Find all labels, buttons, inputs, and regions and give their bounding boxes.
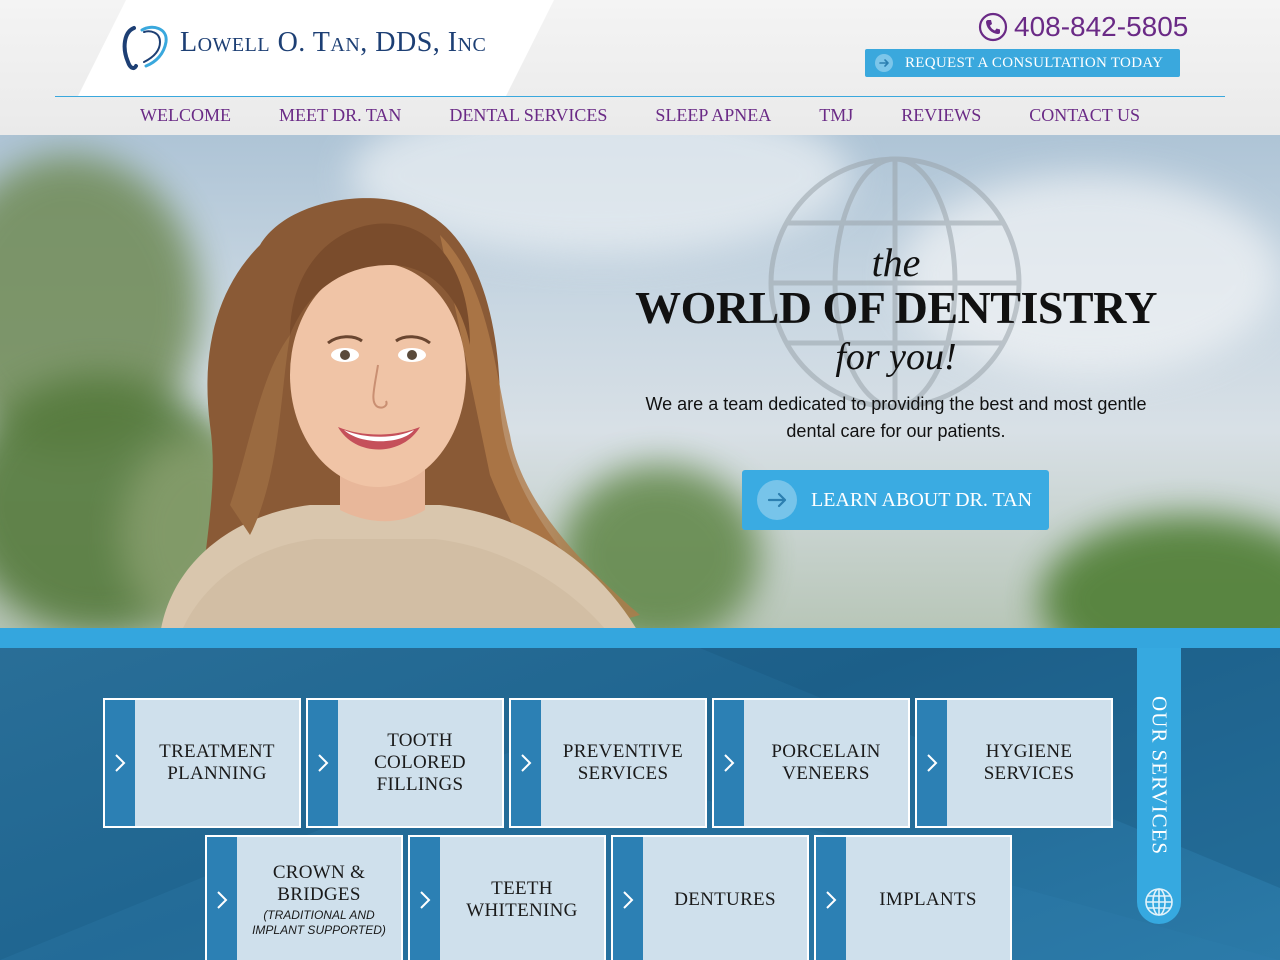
service-dentures[interactable]: DENTURES — [611, 835, 809, 960]
main-nav: WELCOME MEET DR. TAN DENTAL SERVICES SLE… — [0, 100, 1280, 130]
hero-title: WORLD OF DENTISTRY — [635, 282, 1157, 333]
service-treatment-planning[interactable]: TREATMENT PLANNING — [103, 698, 301, 828]
service-label-line: SERVICES — [577, 763, 669, 784]
nav-welcome[interactable]: WELCOME — [116, 100, 255, 130]
service-label-line: HYGIENE — [985, 741, 1073, 762]
service-sublabel: (TRADITIONAL AND IMPLANT SUPPORTED) — [252, 908, 386, 937]
service-label: TOOTH COLORED FILLINGS — [338, 700, 502, 826]
service-teeth-whitening[interactable]: TEETH WHITENING — [408, 835, 606, 960]
foliage-blob — [1040, 515, 1280, 628]
logo-text[interactable]: Lowell O. Tan, DDS, Inc — [180, 27, 486, 59]
chevron-right-icon — [207, 837, 237, 960]
hero-banner: the WORLD OF DENTISTRY for you! We are a… — [0, 135, 1280, 628]
service-label-line: SERVICES — [983, 763, 1075, 784]
service-label: PORCELAIN VENEERS — [744, 700, 908, 826]
consult-button-label: REQUEST A CONSULTATION TODAY — [905, 54, 1164, 71]
chevron-right-icon — [308, 700, 338, 826]
our-services-label: OUR SERVICES — [1147, 696, 1172, 856]
site-header: Lowell O. Tan, DDS, Inc 408-842-5805 REQ… — [0, 0, 1280, 135]
service-label: DENTURES — [643, 837, 807, 960]
globe-icon — [1145, 888, 1173, 916]
chevron-right-icon — [917, 700, 947, 826]
service-hygiene-services[interactable]: HYGIENE SERVICES — [915, 698, 1113, 828]
service-label-line: TREATMENT — [159, 741, 275, 762]
nav-meet-dr-tan[interactable]: MEET DR. TAN — [255, 100, 425, 130]
nav-contact-us[interactable]: CONTACT US — [1005, 100, 1164, 130]
service-label: CROWN & BRIDGES (TRADITIONAL AND IMPLANT… — [237, 837, 401, 960]
service-label-line: COLORED — [374, 752, 466, 773]
our-services-tab[interactable]: OUR SERVICES — [1137, 648, 1181, 924]
phone-number: 408-842-5805 — [1014, 11, 1189, 42]
tooth-logo-icon[interactable] — [120, 22, 172, 74]
service-label-line: CROWN & — [272, 862, 366, 883]
service-label-line: TOOTH — [387, 730, 453, 751]
service-label-line: DENTURES — [674, 889, 776, 910]
service-label-line: PLANNING — [167, 763, 267, 784]
chevron-right-icon — [816, 837, 846, 960]
chevron-right-icon — [714, 700, 744, 826]
arrow-right-icon — [757, 480, 797, 520]
chevron-right-icon — [613, 837, 643, 960]
service-label-line: VENEERS — [782, 763, 870, 784]
service-label-line: FILLINGS — [376, 774, 464, 795]
service-label-line: BRIDGES — [277, 884, 361, 905]
service-porcelain-veneers[interactable]: PORCELAIN VENEERS — [712, 698, 910, 828]
service-label-line: IMPLANTS — [879, 889, 977, 910]
service-label-line: TEETH — [491, 878, 553, 899]
hero-description: We are a team dedicated to providing the… — [645, 394, 1147, 441]
service-label: PREVENTIVE SERVICES — [541, 700, 705, 826]
nav-tmj[interactable]: TMJ — [795, 100, 877, 130]
smiling-woman-image — [161, 198, 640, 628]
service-label: HYGIENE SERVICES — [947, 700, 1111, 826]
service-label-line: WHITENING — [466, 900, 578, 921]
hero-for-you: for you! — [835, 336, 957, 378]
service-implants[interactable]: IMPLANTS — [814, 835, 1012, 960]
phone-link[interactable]: 408-842-5805 — [978, 10, 1188, 44]
service-label-line: PORCELAIN — [771, 741, 881, 762]
header-divider — [55, 96, 1225, 97]
arrow-right-icon — [875, 54, 893, 72]
nav-sleep-apnea[interactable]: SLEEP APNEA — [631, 100, 795, 130]
service-label: IMPLANTS — [846, 837, 1010, 960]
service-crown-bridges[interactable]: CROWN & BRIDGES (TRADITIONAL AND IMPLANT… — [205, 835, 403, 960]
nav-dental-services[interactable]: DENTAL SERVICES — [425, 100, 631, 130]
phone-icon — [978, 12, 1008, 42]
service-label: TEETH WHITENING — [440, 837, 604, 960]
request-consultation-button[interactable]: REQUEST A CONSULTATION TODAY — [865, 49, 1180, 77]
chevron-right-icon — [410, 837, 440, 960]
service-tooth-colored-fillings[interactable]: TOOTH COLORED FILLINGS — [306, 698, 504, 828]
chevron-right-icon — [105, 700, 135, 826]
learn-about-dr-tan-button[interactable]: LEARN ABOUT DR. TAN — [742, 470, 1049, 530]
chevron-right-icon — [511, 700, 541, 826]
services-section: TREATMENT PLANNING TOOTH COLORED FILLING… — [0, 628, 1280, 960]
service-label: TREATMENT PLANNING — [135, 700, 299, 826]
service-preventive-services[interactable]: PREVENTIVE SERVICES — [509, 698, 707, 828]
hero-the: the — [871, 240, 921, 285]
service-label-line: PREVENTIVE — [562, 741, 684, 762]
nav-reviews[interactable]: REVIEWS — [877, 100, 1005, 130]
learn-button-label: LEARN ABOUT DR. TAN — [811, 488, 1033, 511]
